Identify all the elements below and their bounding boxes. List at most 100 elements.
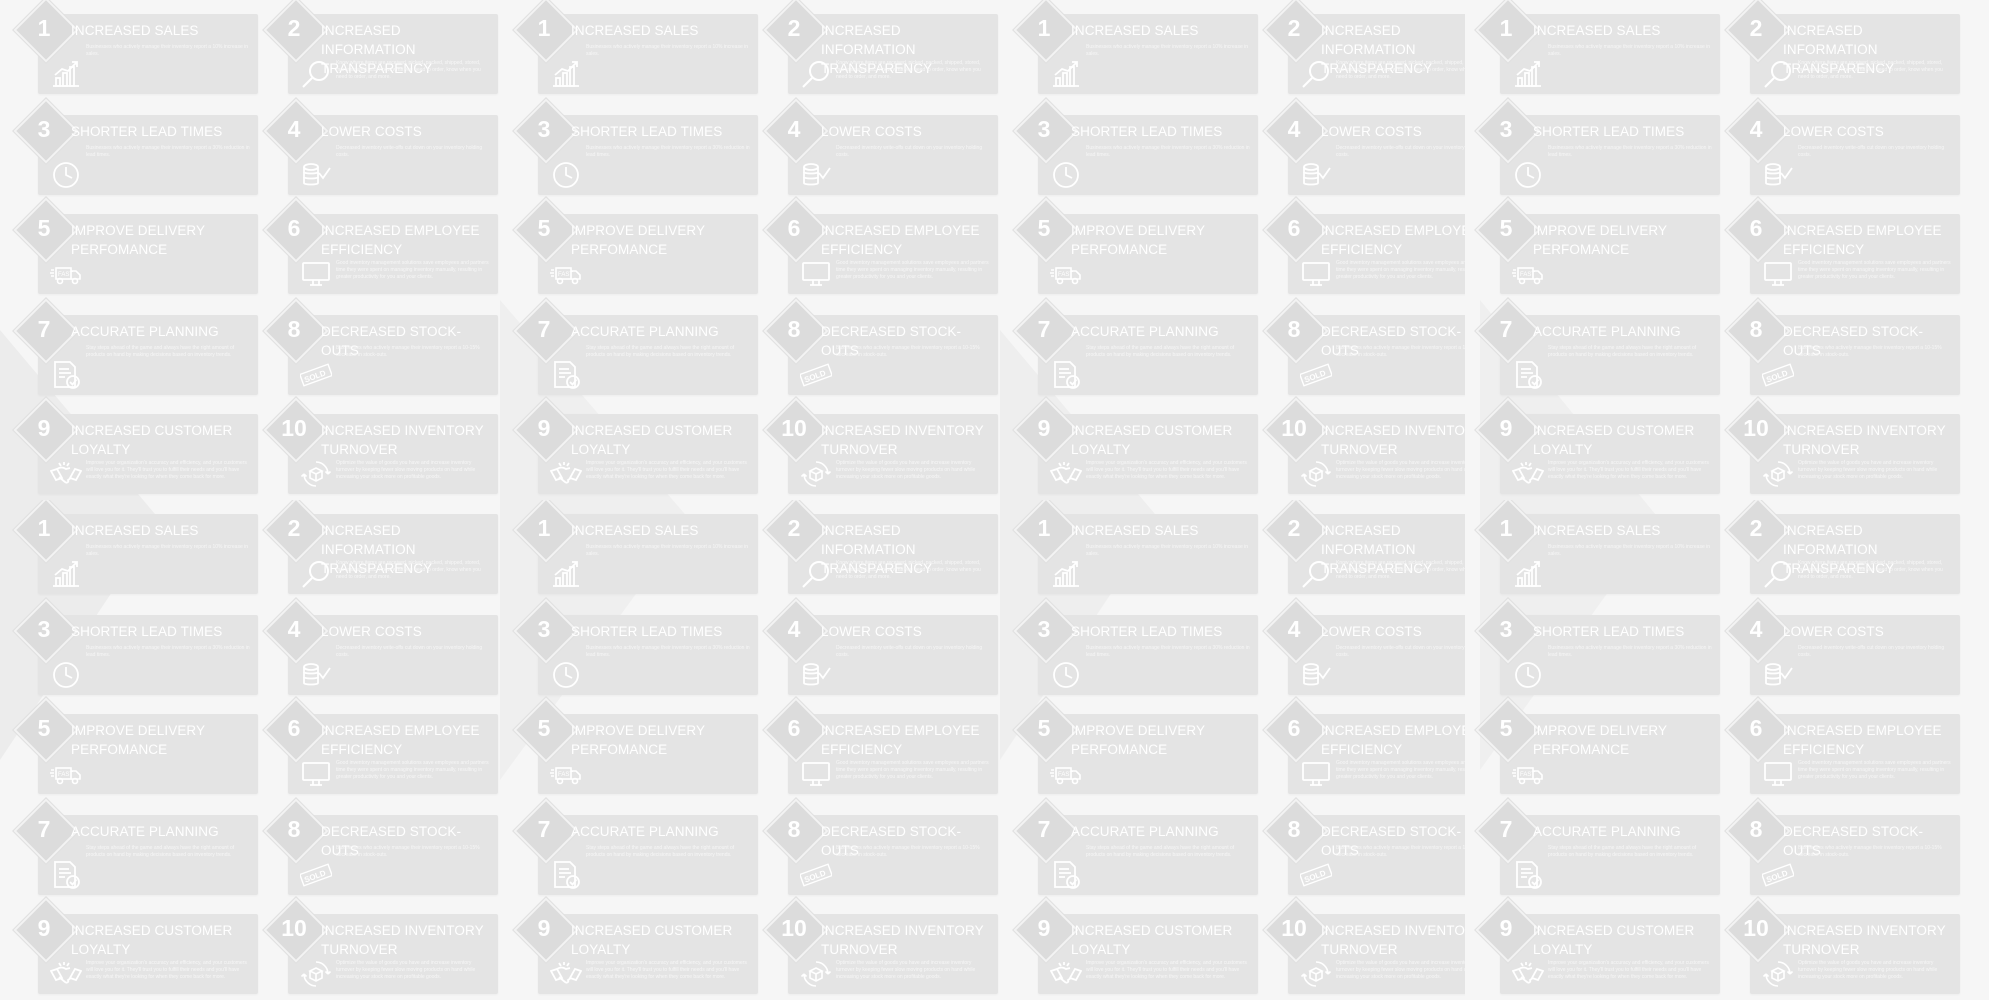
benefit-title: SHORTER LEAD TIMES: [71, 124, 223, 139]
benefit-number: 8: [287, 316, 301, 342]
benefit-description: Businesses who actively manage their inv…: [86, 145, 250, 158]
benefit-number: 4: [1749, 116, 1763, 142]
benefit-description: Optimize the value of goods you have and…: [1336, 960, 1465, 980]
benefit-description: Decreased inventory write-offs cut down …: [836, 145, 983, 158]
handshake-icon: [49, 458, 83, 490]
box-cycle-icon: [1300, 458, 1332, 490]
benefit-title: IMPROVE DELIVERY PERFOMANCE: [71, 723, 205, 757]
benefit-number: 3: [537, 616, 551, 642]
benefit-description: Improve your organization's accuracy and…: [1548, 960, 1709, 980]
benefit-card: 4 LOWER COSTS Decreased inventory write-…: [263, 598, 498, 695]
benefit-number: 10: [1281, 915, 1307, 941]
bar-chart-icon: [50, 558, 82, 590]
benefit-description: Businesses who actively manage their inv…: [586, 44, 749, 57]
monitor-icon: [1762, 258, 1794, 290]
bar-chart-icon: [550, 58, 582, 90]
fast-truck-icon: FAST: [1512, 758, 1544, 790]
benefit-description: Good inventory management solutions save…: [1336, 260, 1465, 280]
benefit-description: Good inventory management solutions save…: [336, 760, 489, 780]
benefit-title: INCREASED SALES: [71, 23, 199, 38]
benefit-number: 6: [1749, 215, 1763, 241]
benefit-number: 2: [287, 515, 301, 541]
benefit-number: 3: [1037, 116, 1051, 142]
benefit-title: INCREASED INVENTORY TURNOVER: [321, 423, 484, 457]
monitor-icon: [800, 758, 832, 790]
checklist-icon: [550, 859, 582, 891]
benefits-panel: 1 INCREASED SALES Businesses who activel…: [1000, 0, 1465, 500]
benefit-card: 2 INCREASED INFORMATION TRANSPARENCY Kno…: [1725, 0, 1960, 94]
benefit-card: 3 SHORTER LEAD TIMES Businesses who acti…: [1475, 598, 1720, 695]
coins-check-icon: [300, 659, 332, 691]
monitor-icon: [1762, 758, 1794, 790]
benefit-card: 2 INCREASED INFORMATION TRANSPARENCY Kno…: [263, 500, 498, 594]
benefit-title: LOWER COSTS: [821, 124, 922, 139]
box-cycle-icon: [1762, 458, 1794, 490]
svg-text:FAST: FAST: [558, 272, 573, 278]
benefit-description: Businesses who actively manage their inv…: [1086, 544, 1249, 557]
benefit-card: 3 SHORTER LEAD TIMES Businesses who acti…: [513, 598, 758, 695]
benefit-description: Decreased inventory write-offs cut down …: [1336, 145, 1465, 158]
benefit-card: 5 IMPROVE DELIVERY PERFOMANCE FAST: [13, 697, 258, 794]
benefit-card: 6 INCREASED EMPLOYEE EFFICIENCY Good inv…: [763, 197, 998, 294]
benefit-card: 4 LOWER COSTS Decreased inventory write-…: [1725, 98, 1960, 195]
benefit-card: 6 INCREASED EMPLOYEE EFFICIENCY Good inv…: [1725, 697, 1960, 794]
benefit-card: 3 SHORTER LEAD TIMES Businesses who acti…: [1475, 98, 1720, 195]
benefit-number: 7: [1499, 816, 1513, 842]
benefit-title: INCREASED SALES: [1533, 523, 1661, 538]
benefit-title: INCREASED EMPLOYEE EFFICIENCY: [321, 223, 480, 257]
benefit-number: 9: [1037, 415, 1051, 441]
bar-chart-icon: [1512, 58, 1544, 90]
box-cycle-icon: [300, 958, 332, 990]
benefit-card: 7 ACCURATE PLANNING Stay steps ahead of …: [1475, 298, 1720, 395]
fast-truck-icon: FAST: [1512, 258, 1544, 290]
clock-icon: [550, 659, 582, 691]
benefit-card: 8 DECREASED STOCK-OUTS Businesses who ac…: [263, 798, 498, 895]
coins-check-icon: [800, 659, 832, 691]
benefit-title: IMPROVE DELIVERY PERFOMANCE: [1533, 223, 1667, 257]
benefit-title: SHORTER LEAD TIMES: [571, 124, 723, 139]
benefit-description: Businesses who actively manage their inv…: [1548, 544, 1711, 557]
benefit-title: INCREASED CUSTOMER LOYALTY: [71, 923, 233, 957]
benefit-title: INCREASED EMPLOYEE EFFICIENCY: [1783, 723, 1942, 757]
benefit-card: 8 DECREASED STOCK-OUTS Businesses who ac…: [1725, 298, 1960, 395]
clock-icon: [550, 159, 582, 191]
benefit-number: 9: [1037, 915, 1051, 941]
checklist-icon: [1512, 859, 1544, 891]
benefit-card: 1 INCREASED SALES Businesses who activel…: [13, 500, 258, 594]
clock-icon: [1050, 659, 1082, 691]
benefit-number: 9: [1499, 915, 1513, 941]
benefit-title: INCREASED INVENTORY TURNOVER: [321, 923, 484, 957]
checklist-icon: [1050, 859, 1082, 891]
benefit-card: 3 SHORTER LEAD TIMES Businesses who acti…: [13, 98, 258, 195]
benefit-number: 6: [1749, 715, 1763, 741]
clock-icon: [1512, 159, 1544, 191]
benefit-number: 5: [37, 715, 51, 741]
benefit-title: LOWER COSTS: [321, 124, 422, 139]
benefits-panel: 1 INCREASED SALES Businesses who activel…: [1462, 0, 1962, 500]
benefit-title: IMPROVE DELIVERY PERFOMANCE: [571, 723, 705, 757]
benefit-card: 8 DECREASED STOCK-OUTS Businesses who ac…: [1725, 798, 1960, 895]
benefit-title: ACCURATE PLANNING: [1533, 824, 1681, 839]
benefit-description: Improve your organization's accuracy and…: [586, 460, 747, 480]
benefit-number: 6: [1287, 215, 1301, 241]
benefit-number: 10: [281, 415, 307, 441]
benefit-title: IMPROVE DELIVERY PERFOMANCE: [1533, 723, 1667, 757]
benefit-number: 3: [1499, 116, 1513, 142]
benefit-title: INCREASED SALES: [1533, 23, 1661, 38]
clock-icon: [1050, 159, 1082, 191]
bar-chart-icon: [1050, 558, 1082, 590]
benefit-card: 7 ACCURATE PLANNING Stay steps ahead of …: [1475, 798, 1720, 895]
benefit-description: Businesses who actively manage their inv…: [836, 345, 980, 358]
benefit-number: 8: [1749, 816, 1763, 842]
benefit-title: LOWER COSTS: [1321, 624, 1422, 639]
benefit-card: 4 LOWER COSTS Decreased inventory write-…: [1263, 98, 1465, 195]
benefit-title: INCREASED SALES: [571, 523, 699, 538]
benefit-card: 7 ACCURATE PLANNING Stay steps ahead of …: [13, 298, 258, 395]
benefit-number: 6: [787, 215, 801, 241]
benefit-description: Businesses who actively manage their inv…: [586, 544, 749, 557]
handshake-icon: [1511, 458, 1545, 490]
magnifier-icon: [300, 558, 332, 590]
bar-chart-icon: [1050, 58, 1082, 90]
benefit-title: INCREASED EMPLOYEE EFFICIENCY: [1321, 723, 1465, 757]
benefit-description: Know where items are received, picked, p…: [1336, 560, 1465, 580]
